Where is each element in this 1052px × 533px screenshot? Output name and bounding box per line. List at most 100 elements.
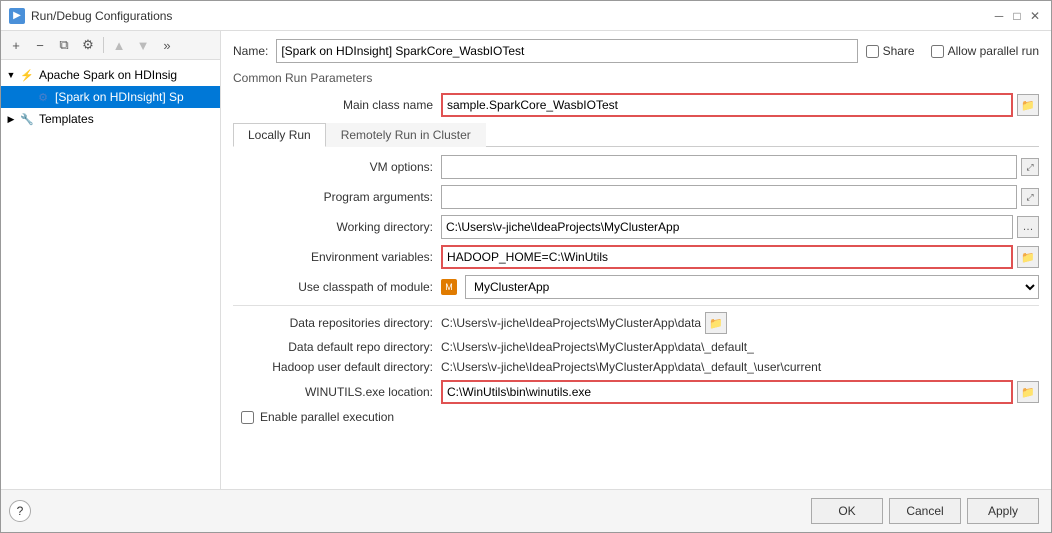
parallel-exec-checkbox[interactable] [241,411,254,424]
window-icon: ▶ [9,8,25,24]
form-area: VM options: ⤢ Program arguments: ⤢ [233,155,1039,481]
classpath-select[interactable]: MyClusterApp [465,275,1039,299]
apply-button[interactable]: Apply [967,498,1039,524]
main-class-input-wrap: 📁 [441,93,1039,117]
winutils-wrap: 📁 [441,380,1039,404]
data-default-repo-value: C:\Users\v-jiche\IdeaProjects\MyClusterA… [441,340,754,354]
tree-arrow-templates: ▶ [5,113,17,125]
name-input[interactable] [276,39,857,63]
main-class-input[interactable] [441,93,1013,117]
share-checkbox[interactable] [866,45,879,58]
run-debug-configurations-window: ▶ Run/Debug Configurations ─ □ ✕ + − ⧉ ⚙… [0,0,1052,533]
sidebar-toolbar: + − ⧉ ⚙ ▲ ▼ » [1,31,220,60]
title-bar: ▶ Run/Debug Configurations ─ □ ✕ [1,1,1051,31]
tabs-container: Locally Run Remotely Run in Cluster [233,123,1039,147]
bottom-left: ? [9,500,31,522]
parallel-checkbox-label[interactable]: Allow parallel run [931,44,1039,58]
data-default-repo-row: Data default repo directory: C:\Users\v-… [233,340,1039,354]
vm-options-input[interactable] [441,155,1017,179]
tree-item-spark-config[interactable]: ⚙ [Spark on HDInsight] Sp [1,86,220,108]
move-up-button[interactable]: ▲ [108,34,130,56]
tree-label-spark-config: [Spark on HDInsight] Sp [55,90,184,104]
tree-item-templates[interactable]: ▶ 🔧 Templates [1,108,220,130]
main-class-row: Main class name 📁 [233,93,1039,117]
module-icon: M [441,279,457,295]
winutils-input[interactable] [441,380,1013,404]
program-args-row: Program arguments: ⤢ [233,185,1039,209]
bottom-bar: ? OK Cancel Apply [1,489,1051,532]
move-down-button[interactable]: ▼ [132,34,154,56]
ok-button[interactable]: OK [811,498,883,524]
hadoop-user-label: Hadoop user default directory: [233,360,433,374]
tab-locally-run[interactable]: Locally Run [233,123,326,147]
parallel-exec-row: Enable parallel execution [233,410,1039,424]
window-title: Run/Debug Configurations [31,9,172,23]
classpath-row: Use classpath of module: M MyClusterApp [233,275,1039,299]
vm-options-label: VM options: [233,160,433,174]
window-controls: ─ □ ✕ [991,8,1043,24]
working-dir-row: Working directory: … [233,215,1039,239]
name-row: Name: Share Allow parallel run [233,39,1039,63]
close-button[interactable]: ✕ [1027,8,1043,24]
toolbar-separator [103,37,104,53]
vm-options-expand-button[interactable]: ⤢ [1021,158,1039,176]
main-content: + − ⧉ ⚙ ▲ ▼ » ▼ ⚡ Apache Spark on HDInsi… [1,31,1051,489]
working-dir-wrap: … [441,215,1039,239]
minimize-button[interactable]: ─ [991,8,1007,24]
remove-config-button[interactable]: − [29,34,51,56]
hadoop-user-row: Hadoop user default directory: C:\Users\… [233,360,1039,374]
settings-config-button[interactable]: ⚙ [77,34,99,56]
share-checkbox-label[interactable]: Share [866,44,915,58]
env-vars-label: Environment variables: [233,250,433,264]
classpath-label: Use classpath of module: [233,280,433,294]
bottom-right: OK Cancel Apply [811,498,1039,524]
data-repo-browse-button[interactable]: 📁 [705,312,727,334]
vm-options-row: VM options: ⤢ [233,155,1039,179]
tree-item-apache-spark[interactable]: ▼ ⚡ Apache Spark on HDInsig [1,64,220,86]
program-args-expand-button[interactable]: ⤢ [1021,188,1039,206]
top-checkboxes: Share Allow parallel run [866,44,1039,58]
winutils-browse-button[interactable]: 📁 [1017,381,1039,403]
name-label: Name: [233,44,268,58]
data-repo-dir-row: Data repositories directory: C:\Users\v-… [233,312,1039,334]
classpath-wrap: M MyClusterApp [441,275,1039,299]
parallel-checkbox[interactable] [931,45,944,58]
working-dir-label: Working directory: [233,220,433,234]
env-vars-input[interactable] [441,245,1013,269]
cancel-button[interactable]: Cancel [889,498,961,524]
tree-arrow-spark-config [21,91,33,103]
add-config-button[interactable]: + [5,34,27,56]
program-args-input[interactable] [441,185,1017,209]
env-vars-browse-button[interactable]: 📁 [1017,246,1039,268]
program-args-wrap: ⤢ [441,185,1039,209]
main-class-label: Main class name [233,98,433,112]
title-bar-left: ▶ Run/Debug Configurations [9,8,172,24]
env-vars-row: Environment variables: 📁 [233,245,1039,269]
tree-label-apache-spark: Apache Spark on HDInsig [39,68,177,82]
program-args-label: Program arguments: [233,190,433,204]
spark-group-icon: ⚡ [19,67,35,83]
parallel-exec-text: Enable parallel execution [260,410,394,424]
config-tree: ▼ ⚡ Apache Spark on HDInsig ⚙ [Spark on … [1,60,220,489]
parallel-label: Allow parallel run [948,44,1039,58]
maximize-button[interactable]: □ [1009,8,1025,24]
data-repo-dir-value: C:\Users\v-jiche\IdeaProjects\MyClusterA… [441,316,701,330]
working-dir-browse-button[interactable]: … [1017,216,1039,238]
data-repo-dir-label: Data repositories directory: [233,316,433,330]
templates-icon: 🔧 [19,111,35,127]
tab-remotely-run[interactable]: Remotely Run in Cluster [326,123,486,147]
env-vars-wrap: 📁 [441,245,1039,269]
form-divider [233,305,1039,306]
tree-label-templates: Templates [39,112,94,126]
vm-options-wrap: ⤢ [441,155,1039,179]
main-class-browse-button[interactable]: 📁 [1017,94,1039,116]
more-options-button[interactable]: » [156,34,178,56]
parallel-exec-label[interactable]: Enable parallel execution [260,410,394,424]
spark-config-icon: ⚙ [35,89,51,105]
working-dir-input[interactable] [441,215,1013,239]
share-label: Share [883,44,915,58]
help-button[interactable]: ? [9,500,31,522]
data-default-repo-label: Data default repo directory: [233,340,433,354]
data-repo-dir-wrap: C:\Users\v-jiche\IdeaProjects\MyClusterA… [441,312,1039,334]
copy-config-button[interactable]: ⧉ [53,34,75,56]
